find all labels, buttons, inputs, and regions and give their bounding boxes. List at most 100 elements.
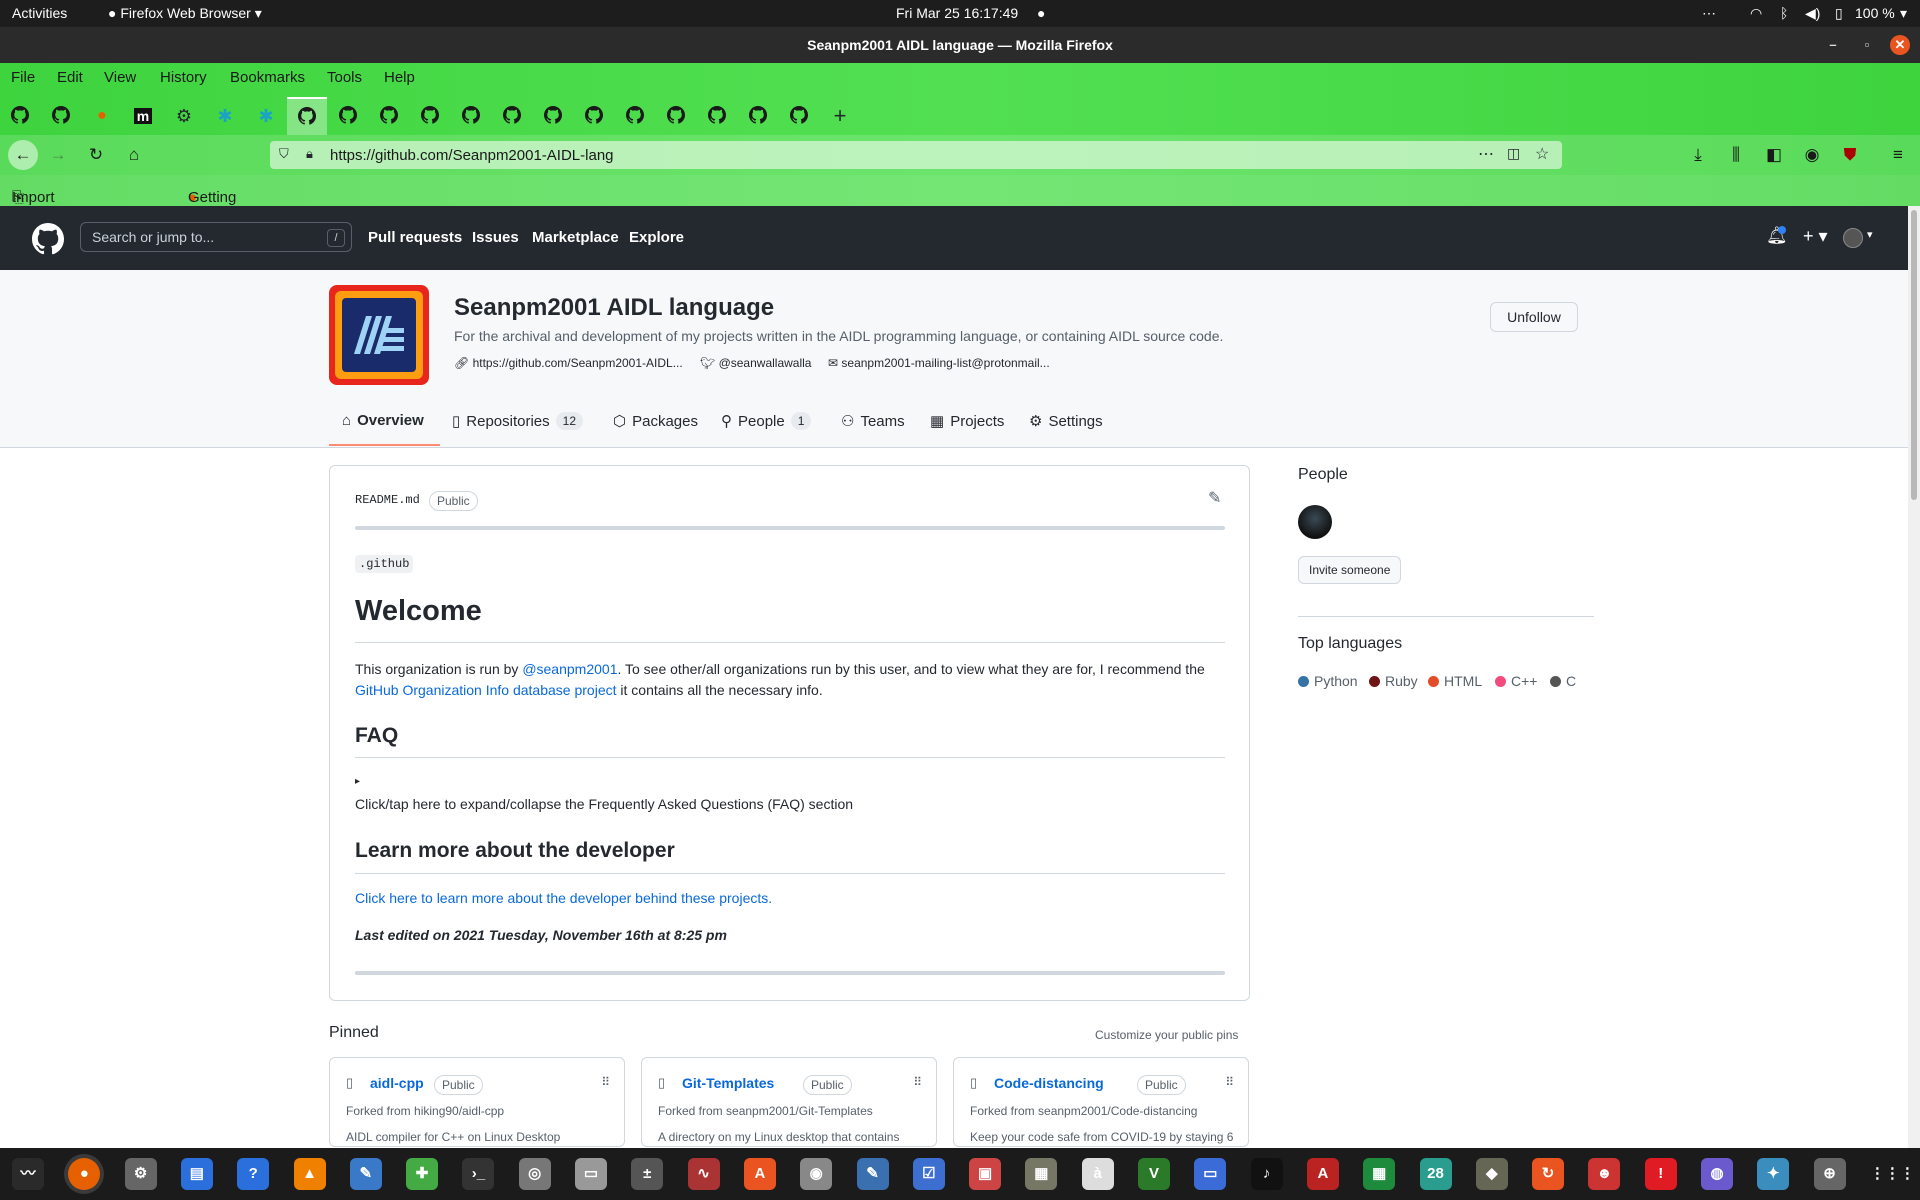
gimp-icon[interactable]: ◆ xyxy=(1475,1158,1508,1190)
menu-tools[interactable]: Tools xyxy=(327,69,362,86)
browser-tab[interactable] xyxy=(779,97,819,135)
menu-help[interactable]: Help xyxy=(384,69,415,86)
page-scrollbar[interactable] xyxy=(1908,206,1920,1148)
url-bar[interactable]: ⛉ 🔒︎ https://github.com/Seanpm2001-AIDL-… xyxy=(270,141,1562,169)
nav-explore[interactable]: Explore xyxy=(629,229,684,246)
character-map-icon[interactable]: à xyxy=(1081,1158,1114,1190)
browser-tab[interactable] xyxy=(369,97,409,135)
org-website[interactable]: 🔗︎ https://github.com/Seanpm2001-AIDL... xyxy=(454,356,683,370)
forward-icon[interactable]: → xyxy=(46,143,70,167)
updater-icon[interactable]: ↻ xyxy=(1532,1158,1565,1190)
calendar-icon[interactable]: 28 xyxy=(1419,1158,1452,1190)
hamburger-menu-icon[interactable]: ≡ xyxy=(1886,143,1910,167)
menu-view[interactable]: View xyxy=(104,69,136,86)
database-project-link[interactable]: GitHub Organization Info database projec… xyxy=(355,682,617,698)
more-icon[interactable]: ⋯ xyxy=(1702,5,1716,22)
tab-packages[interactable]: ⬡ Packages xyxy=(613,412,698,431)
settings-icon[interactable]: ⚙ xyxy=(124,1158,157,1190)
pdf-icon[interactable]: A xyxy=(1306,1158,1339,1190)
browser-tab[interactable] xyxy=(574,97,614,135)
scrollbar-thumb[interactable] xyxy=(1911,210,1917,500)
archive-icon[interactable]: ▦ xyxy=(1025,1158,1058,1190)
alert-icon[interactable]: ! xyxy=(1644,1158,1677,1190)
chevron-down-icon[interactable]: ▾ xyxy=(1867,228,1873,241)
url-text[interactable]: https://github.com/Seanpm2001-AIDL-lang xyxy=(330,147,614,164)
volume-icon[interactable]: ◀) xyxy=(1805,5,1820,22)
tab-repositories[interactable]: ▯ Repositories 12 xyxy=(452,412,583,430)
tasks-icon[interactable]: ☑ xyxy=(912,1158,945,1190)
search-input[interactable]: Search or jump to... / xyxy=(80,222,352,252)
create-new-icon[interactable]: + ▾ xyxy=(1803,226,1828,247)
disk-icon[interactable]: ◉ xyxy=(800,1158,833,1190)
clock[interactable]: Fri Mar 25 16:17:49 xyxy=(896,5,1018,21)
close-icon[interactable]: ✕ xyxy=(1890,35,1910,55)
library-icon[interactable]: ⫼ xyxy=(1724,143,1748,167)
shield-icon[interactable]: ⛉ xyxy=(279,146,289,162)
wifi-icon[interactable]: ◠ xyxy=(1750,5,1762,22)
language-item[interactable]: Ruby xyxy=(1369,673,1418,689)
browser-tab[interactable] xyxy=(615,97,655,135)
customize-pins-link[interactable]: Customize your public pins xyxy=(1095,1028,1238,1042)
battery-icon[interactable]: ▯ xyxy=(1835,5,1843,22)
menu-file[interactable]: File xyxy=(11,69,35,86)
repo-name-link[interactable]: Git-Templates xyxy=(682,1075,774,1091)
nav-pull-requests[interactable]: Pull requests xyxy=(368,229,462,246)
browser-tab[interactable] xyxy=(697,97,737,135)
tab-teams[interactable]: ⚇ Teams xyxy=(841,412,905,431)
browser-tab[interactable]: ● xyxy=(82,97,122,135)
image-viewer-icon[interactable]: ◎ xyxy=(518,1158,551,1190)
waveform-icon[interactable]: ∿ xyxy=(687,1158,720,1190)
pencil-icon[interactable]: ✎ xyxy=(1208,488,1221,508)
drag-handle-icon[interactable]: ⠿ xyxy=(913,1075,922,1089)
terminal-icon[interactable]: ›_ xyxy=(462,1158,495,1190)
app-menu[interactable]: ● Firefox Web Browser ▾ xyxy=(108,5,262,22)
minimize-icon[interactable]: – xyxy=(1823,35,1843,55)
faq-summary[interactable]: Click/tap here to expand/collapse the Fr… xyxy=(355,796,853,812)
files-icon[interactable]: ▭ xyxy=(575,1158,607,1190)
disk-usage-icon[interactable]: ◍ xyxy=(1701,1158,1733,1190)
lock-icon[interactable]: 🔒︎ xyxy=(306,146,313,162)
system-monitor-icon[interactable]: 〰 xyxy=(12,1158,44,1190)
language-item[interactable]: Python xyxy=(1298,673,1358,689)
menu-edit[interactable]: Edit xyxy=(57,69,83,86)
music-icon[interactable]: ♪ xyxy=(1250,1158,1283,1190)
nav-marketplace[interactable]: Marketplace xyxy=(532,229,619,246)
repo-name-link[interactable]: aidl-cpp xyxy=(370,1075,424,1091)
avatar[interactable] xyxy=(1843,228,1863,248)
puzzle-game-icon[interactable]: ✚ xyxy=(406,1158,439,1190)
vim-icon[interactable]: V xyxy=(1138,1158,1170,1190)
ublock-icon[interactable]: ⛊ xyxy=(1838,143,1862,167)
disclosure-triangle-icon[interactable]: ▸ xyxy=(355,776,360,787)
app-icon[interactable]: ⊕ xyxy=(1813,1158,1846,1190)
browser-tab[interactable]: ✱ xyxy=(205,97,245,135)
screen-share-icon[interactable]: ▭ xyxy=(1194,1158,1227,1190)
activities-button[interactable]: Activities xyxy=(12,5,67,21)
firefox-icon[interactable]: ● xyxy=(68,1158,101,1190)
browser-tab[interactable] xyxy=(0,97,40,135)
org-email[interactable]: ✉ seanpm2001-mailing-list@protonmail... xyxy=(828,356,1050,370)
page-actions-icon[interactable]: ⋯ xyxy=(1478,144,1494,164)
writer-icon[interactable]: ✎ xyxy=(856,1158,889,1190)
app-grid-icon[interactable]: ⋮⋮⋮ xyxy=(1869,1158,1915,1190)
browser-tab[interactable] xyxy=(451,97,491,135)
language-item[interactable]: HTML xyxy=(1428,673,1482,689)
unfollow-button[interactable]: Unfollow xyxy=(1490,302,1578,332)
tab-overview[interactable]: ⌂ Overview xyxy=(342,412,424,429)
power-menu-icon[interactable]: ▾ xyxy=(1900,5,1907,22)
new-tab-button[interactable]: + xyxy=(820,97,860,135)
text-editor-icon[interactable]: ✎ xyxy=(349,1158,382,1190)
game-icon[interactable]: ☻ xyxy=(1588,1158,1621,1190)
browser-tab[interactable] xyxy=(287,97,327,135)
tab-people[interactable]: ⚲ People 1 xyxy=(721,412,812,430)
browser-tab[interactable] xyxy=(492,97,532,135)
calculator-icon[interactable]: ± xyxy=(631,1158,664,1190)
sidebar-toggle-icon[interactable]: ◧ xyxy=(1762,143,1786,167)
vlc-icon[interactable]: ▲ xyxy=(293,1158,326,1190)
bluetooth-icon[interactable]: ᛒ xyxy=(1780,5,1788,21)
browser-tab[interactable] xyxy=(533,97,573,135)
browser-tab[interactable] xyxy=(410,97,450,135)
browser-tab[interactable]: ⚙ xyxy=(164,97,204,135)
browser-tab[interactable]: m xyxy=(123,97,163,135)
photo-icon[interactable]: ✦ xyxy=(1757,1158,1790,1190)
drag-handle-icon[interactable]: ⠿ xyxy=(601,1075,610,1089)
